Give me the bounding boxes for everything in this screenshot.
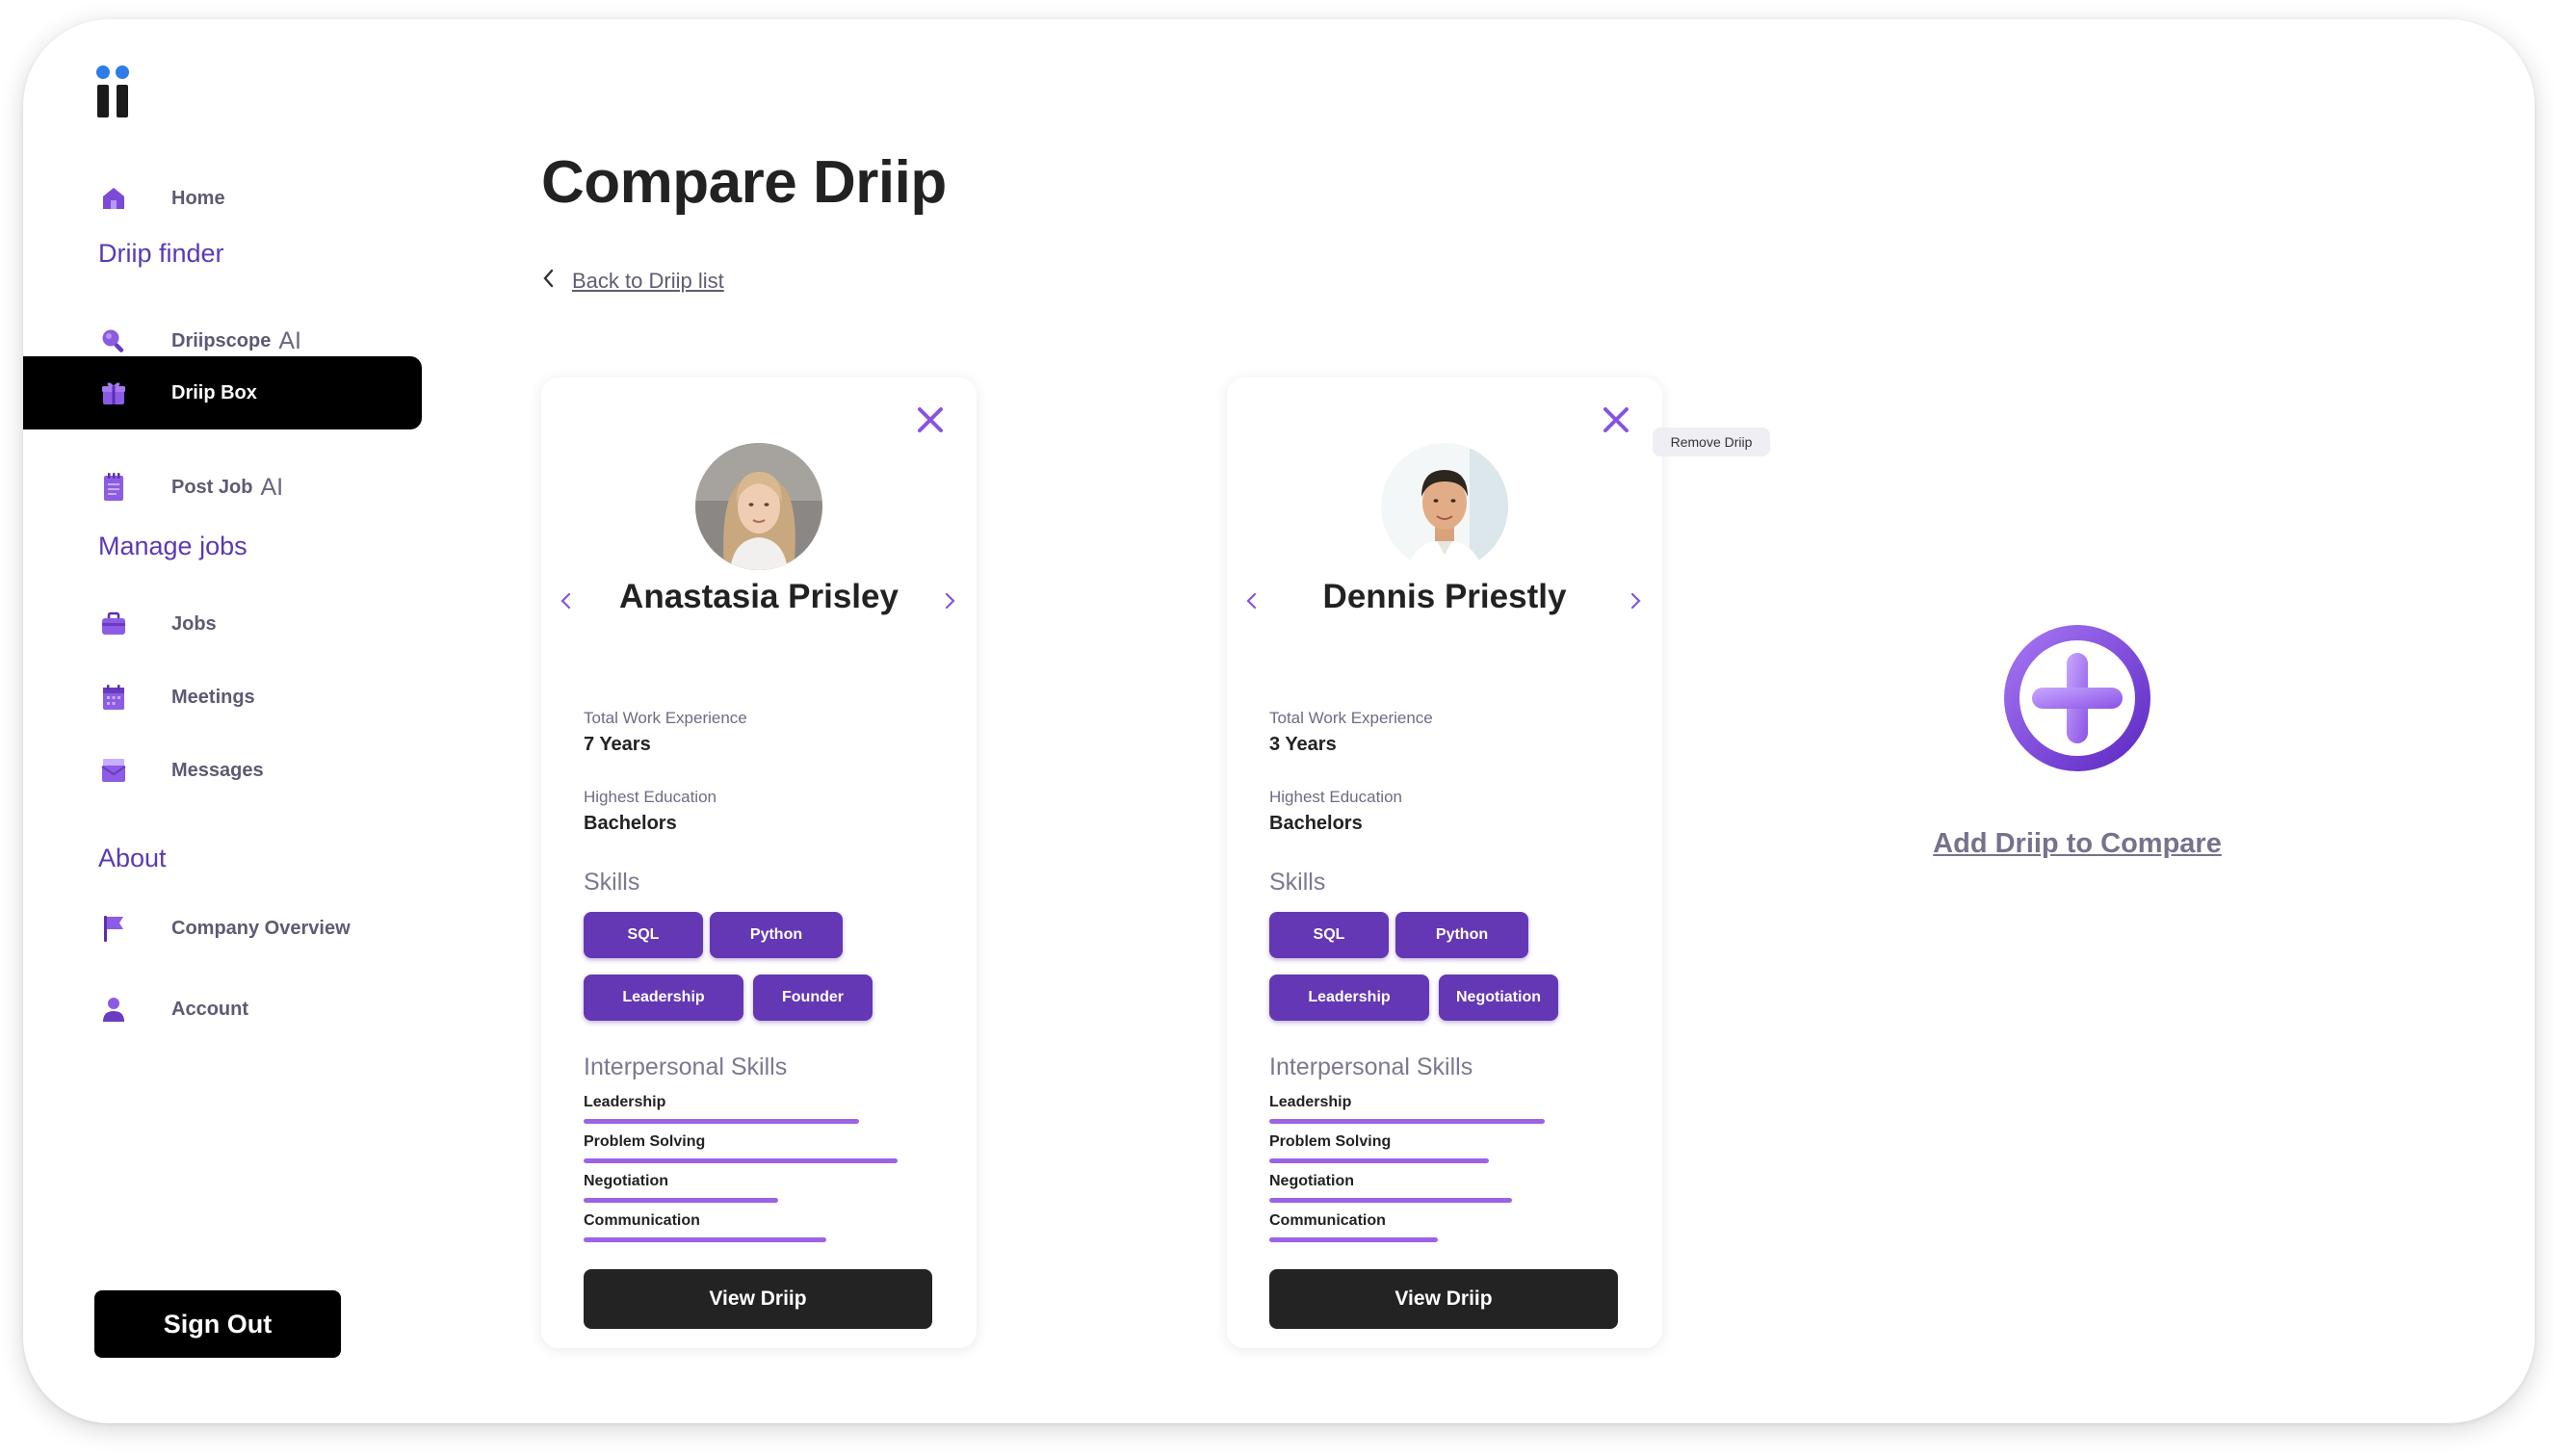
section-heading-driip-finder: Driip finder [98,239,224,268]
interpersonal-skill-bar [1269,1158,1489,1163]
remove-driip-tooltip: Remove Driip [1653,428,1770,456]
skill-chip[interactable]: Leadership [584,975,743,1021]
calendar-icon [99,683,128,712]
section-heading-manage-jobs: Manage jobs [98,532,248,560]
interpersonal-skill-label: Negotiation [1269,1173,1354,1189]
close-icon[interactable] [1597,401,1635,439]
search-icon [99,326,128,355]
experience-value: 3 Years [1269,734,1337,755]
interpersonal-skill-label: Problem Solving [584,1133,706,1150]
sidebar-item-driip-box[interactable]: Driip Box [23,356,422,429]
education-label: Highest Education [1269,788,1402,806]
interpersonal-skill-label: Communication [584,1212,700,1229]
add-driip-to-compare-link[interactable]: Add Driip to Compare [1837,828,2317,860]
skill-chip[interactable]: Leadership [1269,975,1429,1021]
flag-icon [99,914,128,943]
interpersonal-skill-label: Negotiation [584,1173,668,1189]
home-icon [99,184,128,213]
interpersonal-heading: Interpersonal Skills [584,1053,788,1080]
avatar [1381,443,1508,570]
app-logo [96,65,135,133]
interpersonal-heading: Interpersonal Skills [1269,1053,1473,1080]
sidebar-item-label: Home [171,187,225,209]
candidate-name: Dennis Priestly [1322,578,1567,615]
education-value: Bachelors [584,813,677,834]
skills-heading: Skills [584,869,640,896]
skill-chip[interactable]: SQL [1269,912,1389,958]
sidebar-item-post-job[interactable]: Post Job AI [23,451,422,524]
next-candidate-arrow[interactable] [1622,587,1649,614]
interpersonal-skill-bar [1269,1198,1512,1203]
candidate-card: Dennis Priestly Total Work Experience 3 … [1227,377,1662,1348]
ai-badge: AI [260,473,284,501]
interpersonal-skill-bar [584,1198,778,1203]
close-icon[interactable] [911,401,950,439]
sign-out-button[interactable]: Sign Out [94,1290,341,1358]
add-circle-icon[interactable] [1995,616,2159,780]
interpersonal-skill-label: Communication [1269,1212,1386,1229]
interpersonal-skill-label: Leadership [584,1094,666,1110]
user-icon [99,995,128,1024]
sidebar-item-label: Account [171,998,248,1020]
page-title: Compare Driip [541,149,947,216]
chevron-left-icon [541,268,555,294]
candidate-card: Anastasia Prisley Total Work Experience … [541,377,977,1348]
ai-badge: AI [278,326,301,354]
back-link-label: Back to Driip list [572,268,724,293]
skill-chip[interactable]: SQL [584,912,703,958]
sidebar-item-label: Company Overview [171,917,351,939]
avatar [695,443,822,570]
back-to-list-link[interactable]: Back to Driip list [541,268,724,294]
section-heading-about: About [98,844,167,872]
briefcase-icon [99,610,128,638]
interpersonal-skill-label: Leadership [1269,1094,1352,1110]
view-driip-button[interactable]: View Driip [584,1269,932,1329]
sidebar-item-label: Post Job [171,476,253,498]
view-driip-button[interactable]: View Driip [1269,1269,1618,1329]
interpersonal-skill-label: Problem Solving [1269,1133,1392,1150]
mail-icon [99,756,128,785]
education-label: Highest Education [584,788,717,806]
skills-heading: Skills [1269,869,1326,896]
sidebar-item-jobs[interactable]: Jobs [23,587,422,661]
sidebar-item-label: Jobs [171,612,217,635]
next-candidate-arrow[interactable] [936,587,963,614]
app-frame: Home Driip finder Driipscope AI Driip Bo… [23,19,2535,1423]
interpersonal-skill-bar [1269,1237,1438,1242]
sidebar-item-account[interactable]: Account [23,973,422,1046]
candidate-name: Anastasia Prisley [619,578,899,615]
sidebar-item-label: Messages [171,759,264,781]
sidebar-item-home[interactable]: Home [23,162,422,235]
gift-box-icon [99,378,128,407]
sidebar-item-meetings[interactable]: Meetings [23,661,422,734]
education-value: Bachelors [1269,813,1363,834]
sidebar-item-label: Driip Box [171,381,257,403]
experience-label: Total Work Experience [584,709,747,727]
skill-chip[interactable]: Founder [753,975,873,1021]
interpersonal-skill-bar [584,1158,898,1163]
interpersonal-skill-bar [584,1119,859,1124]
sidebar-item-company-overview[interactable]: Company Overview [23,892,422,965]
experience-value: 7 Years [584,734,651,755]
skill-chip[interactable]: Python [710,912,843,958]
skill-chip[interactable]: Negotiation [1439,975,1558,1021]
skill-chip[interactable]: Python [1395,912,1528,958]
sidebar-item-messages[interactable]: Messages [23,734,422,807]
sidebar-item-label: Meetings [171,686,255,708]
interpersonal-skill-bar [584,1237,826,1242]
experience-label: Total Work Experience [1269,709,1433,727]
notepad-icon [99,473,128,502]
interpersonal-skill-bar [1269,1119,1545,1124]
sidebar-item-label: Driipscope [171,329,272,351]
